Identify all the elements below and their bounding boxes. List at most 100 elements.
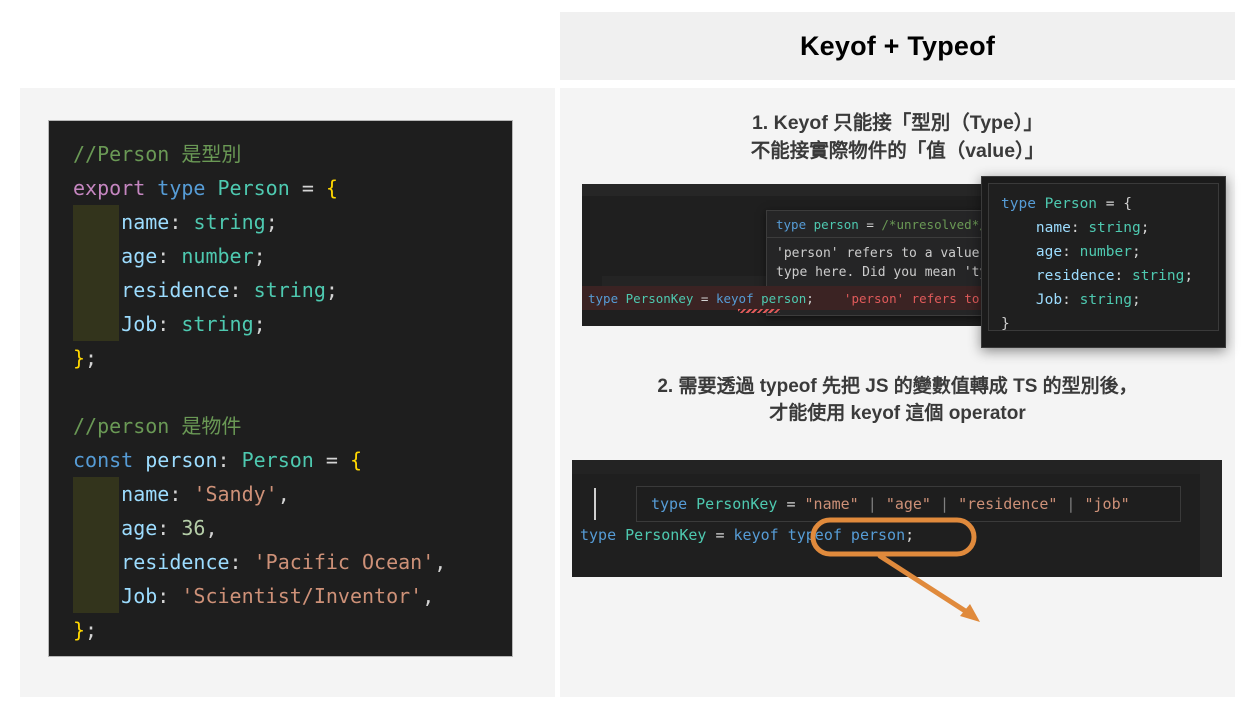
- annotation-arrow-head: [960, 604, 980, 622]
- code-line: age: number;: [1001, 240, 1218, 264]
- code-token: type: [580, 526, 626, 544]
- editor-main-line: type PersonKey = keyof typeof person;: [580, 526, 914, 544]
- code-token: Person: [217, 176, 302, 200]
- code-token: age: [1035, 244, 1063, 260]
- code-token: "name": [804, 495, 859, 513]
- code-line: //person 是物件: [49, 409, 512, 443]
- code-token: residence: [121, 550, 230, 574]
- code-token: |: [930, 495, 959, 513]
- code-token: ;: [253, 244, 266, 268]
- code-line: export type Person = {: [49, 171, 512, 205]
- code-token: string: [1131, 268, 1185, 284]
- page-title: Keyof + Typeof: [799, 30, 996, 61]
- code-token: :: [1062, 292, 1080, 308]
- inlay-hint-box: type PersonKey = "name" | "age" | "resid…: [636, 486, 1181, 522]
- code-block-person-object: //person 是物件 const person: Person = { nam…: [49, 409, 512, 647]
- code-token: :: [229, 550, 254, 574]
- code-token: person: [813, 217, 867, 232]
- code-token: {: [1123, 196, 1132, 212]
- code-token: }: [1001, 316, 1010, 332]
- code-token: person: [145, 448, 218, 472]
- code-token: ;: [253, 312, 266, 336]
- code-token: "age": [885, 495, 931, 513]
- code-token: {: [349, 448, 363, 472]
- code-token: ;: [265, 210, 278, 234]
- person-type-inset-inner: type Person = { name: string; age: numbe…: [988, 183, 1219, 332]
- code-token: age: [121, 516, 158, 540]
- code-token: }: [73, 618, 86, 642]
- editor-scrollbar-2[interactable]: [1200, 460, 1222, 577]
- person-type-inset-card: type Person = { name: string; age: numbe…: [981, 176, 1226, 348]
- slide-root: //Person 是型別 export type Person = { name:…: [0, 0, 1250, 723]
- code-token: name: [121, 210, 170, 234]
- left-code-card: //Person 是型別 export type Person = { name:…: [48, 120, 513, 657]
- code-token: person: [761, 290, 807, 306]
- code-token: ;: [85, 618, 98, 642]
- code-token: =: [715, 526, 734, 544]
- code-token: ;: [325, 278, 338, 302]
- code-token: ;: [1184, 268, 1194, 284]
- inlay-hint-code: type PersonKey = "name" | "age" | "resid…: [651, 495, 1130, 513]
- code-token: :: [169, 482, 194, 506]
- code-token: 'Scientist/Inventor': [181, 584, 423, 608]
- code-token: string: [181, 312, 254, 336]
- code-token: =: [866, 217, 882, 232]
- code-token: type: [157, 176, 218, 200]
- code-token: "job": [1084, 495, 1130, 513]
- code-token: name: [1035, 220, 1071, 236]
- code-token: ;: [1140, 220, 1150, 236]
- code-token: ;: [85, 346, 98, 370]
- code-token: ,: [205, 516, 218, 540]
- code-line: type Person = {: [1001, 192, 1218, 216]
- code-token: =: [700, 290, 716, 306]
- code-token: type: [651, 495, 697, 513]
- code-token: :: [157, 516, 182, 540]
- error-squiggle-underline: [738, 309, 780, 313]
- code-line: //Person 是型別: [49, 137, 512, 171]
- code-token: =: [301, 176, 326, 200]
- code-token: string: [1079, 292, 1132, 308]
- code-token: |: [858, 495, 886, 513]
- code-token: export: [73, 176, 158, 200]
- right-panel: 1. Keyof 只能接「型別（Type）」 不能接實際物件的「值（value）…: [560, 88, 1235, 697]
- code-token: //person 是物件: [73, 414, 242, 438]
- code-token: ,: [422, 584, 435, 608]
- code-token: type: [1001, 196, 1045, 212]
- code-token: Job: [121, 312, 158, 336]
- section-1-heading: 1. Keyof 只能接「型別（Type）」 不能接實際物件的「值（value）…: [750, 112, 1045, 162]
- code-token: =: [325, 448, 350, 472]
- code-token: :: [217, 448, 242, 472]
- code-token: //Person 是型別: [73, 142, 242, 166]
- code-line: name: string;: [1001, 216, 1218, 240]
- code-token: ;: [1131, 292, 1141, 308]
- code-token: number: [1079, 244, 1132, 260]
- code-token: |: [1057, 495, 1085, 513]
- code-token: :: [1062, 244, 1080, 260]
- code-token: residence: [121, 278, 230, 302]
- code-token: keyof: [733, 526, 788, 544]
- code-line: }: [1001, 312, 1218, 336]
- code-token: ,: [277, 482, 290, 506]
- code-token: PersonKey: [625, 290, 701, 306]
- code-token: :: [1070, 220, 1089, 236]
- code-token: :: [1114, 268, 1132, 284]
- code-token: age: [121, 244, 158, 268]
- code-token: PersonKey: [696, 495, 787, 513]
- code-token: type: [588, 290, 626, 306]
- code-token: string: [193, 210, 266, 234]
- code-line: const person: Person = {: [49, 443, 512, 477]
- indent-guide-block: [73, 205, 119, 341]
- code-token: ,: [434, 550, 447, 574]
- code-token: Person: [1044, 196, 1106, 212]
- code-token: const: [73, 448, 146, 472]
- code-token: 'Pacific Ocean': [253, 550, 435, 574]
- code-token: ;: [806, 290, 814, 306]
- code-token: ;: [1131, 244, 1141, 260]
- code-line: };: [49, 341, 512, 375]
- indent-guide-block: [73, 477, 119, 613]
- code-token: }: [73, 346, 86, 370]
